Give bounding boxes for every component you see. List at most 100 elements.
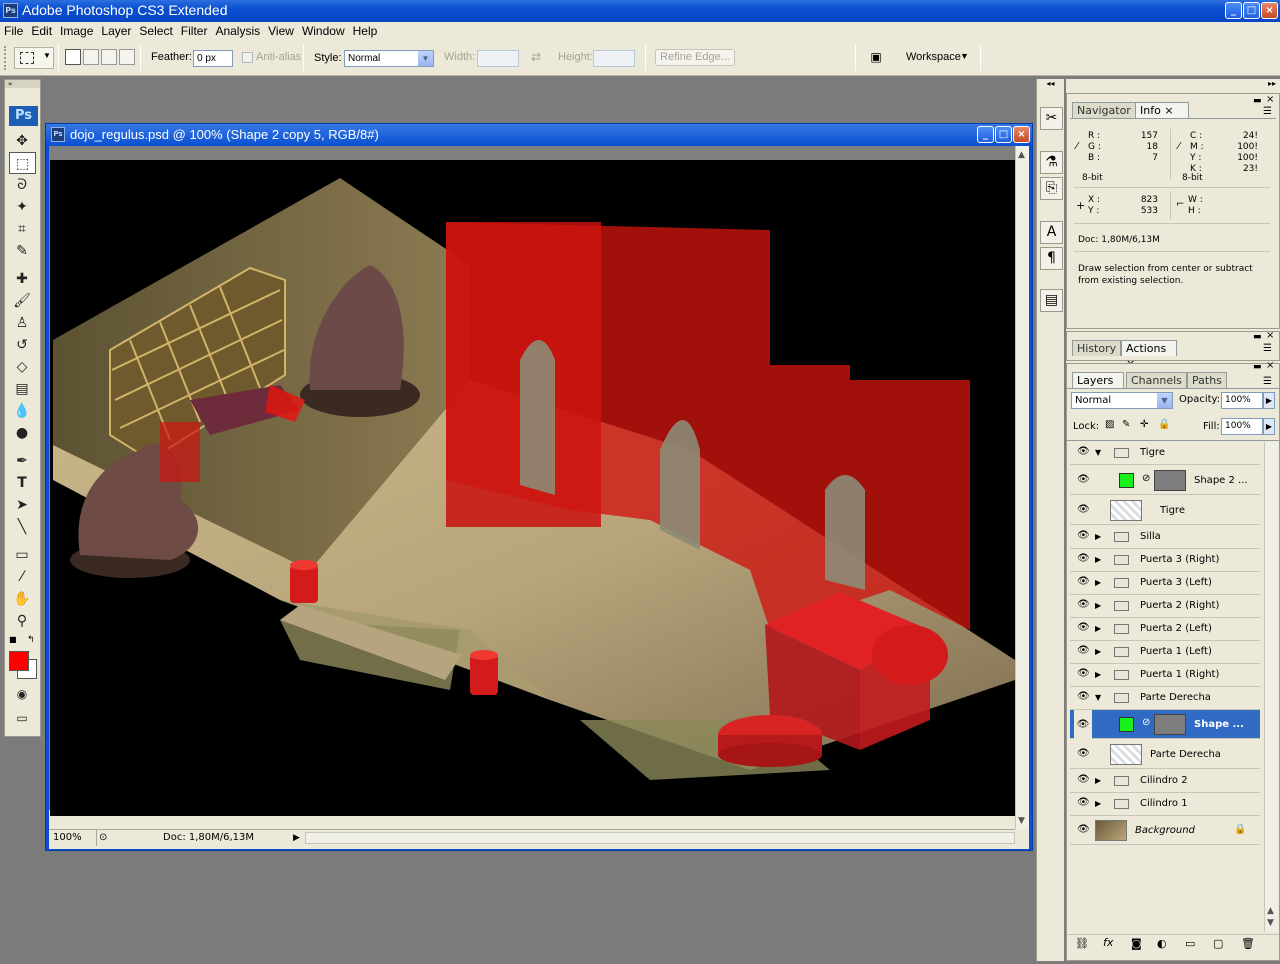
pen-tool-icon[interactable]: ✒	[5, 450, 39, 472]
opacity-arrow-icon[interactable]: ▶	[1263, 392, 1275, 409]
layer-comps-panel-icon[interactable]: ▤	[1040, 289, 1063, 312]
status-menu-arrow-icon[interactable]: ▶	[293, 830, 300, 846]
style-select[interactable]: Normal ▼	[344, 50, 434, 67]
close-icon[interactable]: ×	[1266, 94, 1274, 105]
collapse-arrows-icon[interactable]: ◂◂	[1037, 79, 1064, 89]
menu-help[interactable]: Help	[349, 22, 382, 40]
gradient-tool-icon[interactable]: ▤	[5, 378, 39, 400]
menu-window[interactable]: Window	[298, 22, 349, 40]
doc-minimize-button[interactable]: _	[977, 126, 994, 143]
path-selection-icon[interactable]: ➤	[5, 494, 39, 516]
eye-icon[interactable]: 👁	[1077, 749, 1090, 759]
clone-source-panel-icon[interactable]: ⎘	[1040, 177, 1063, 200]
chevron-down-icon[interactable]: ▼	[960, 51, 969, 61]
antialias-checkbox[interactable]	[242, 52, 253, 63]
eye-icon[interactable]: 👁	[1077, 531, 1090, 541]
eye-icon[interactable]: 👁	[1077, 692, 1090, 702]
expand-arrow-icon[interactable]: ▼	[1095, 448, 1101, 457]
bridge-icon[interactable]: ▣	[864, 50, 888, 68]
expand-arrow-icon[interactable]: ▶	[1095, 601, 1101, 610]
line-tool-icon[interactable]: ╲	[5, 516, 39, 538]
blend-mode-select[interactable]: Normal ▼	[1071, 392, 1173, 409]
brushes-panel-icon[interactable]: ⚗	[1040, 151, 1063, 174]
layer-style-icon[interactable]: fx	[1103, 936, 1113, 949]
panel-menu-icon[interactable]: ☰	[1263, 343, 1272, 354]
tool-preset-picker[interactable]: ▼	[14, 47, 54, 69]
eye-icon[interactable]: 👁	[1077, 798, 1090, 808]
hand-tool-icon[interactable]: ✋	[5, 588, 39, 610]
tab-paths[interactable]: Paths	[1187, 372, 1227, 388]
opacity-input[interactable]: 100%	[1221, 392, 1263, 409]
clone-stamp-icon[interactable]: ♙	[5, 312, 39, 334]
panel-menu-icon[interactable]: ☰	[1263, 106, 1272, 117]
menu-edit[interactable]: Edit	[27, 22, 56, 40]
eraser-tool-icon[interactable]: ◇	[5, 356, 39, 378]
character-panel-icon[interactable]: A	[1040, 221, 1063, 244]
document-title-bar[interactable]: Ps dojo_regulus.psd @ 100% (Shape 2 copy…	[46, 124, 1032, 146]
expand-arrow-icon[interactable]: ▶	[1095, 799, 1101, 808]
close-button[interactable]: ×	[1261, 2, 1278, 19]
blur-tool-icon[interactable]: 💧	[5, 400, 39, 422]
brush-tool-icon[interactable]: 🖌	[5, 290, 39, 312]
layer-row-cilindro-2[interactable]: 👁 ▶ Cilindro 2	[1070, 770, 1260, 793]
eye-icon[interactable]: 👁	[1077, 505, 1090, 515]
expand-arrow-icon[interactable]: ▶	[1095, 647, 1101, 656]
expand-arrow-icon[interactable]: ▶	[1095, 624, 1101, 633]
eye-icon[interactable]: 👁	[1077, 600, 1090, 610]
collapse-arrows-icon[interactable]: ▸▸	[1066, 79, 1280, 89]
panel-menu-icon[interactable]: ☰	[1263, 376, 1272, 387]
panel-minimize-icon[interactable]: ▬	[1253, 96, 1262, 106]
new-selection-icon[interactable]	[65, 49, 81, 65]
eye-icon[interactable]: 👁	[1077, 577, 1090, 587]
quick-mask-icon[interactable]: ◉	[5, 683, 39, 705]
layer-row-puerta-3-right[interactable]: 👁 ▶ Puerta 3 (Right)	[1070, 549, 1260, 572]
eye-icon[interactable]: 👁	[1077, 825, 1090, 835]
grip-handle[interactable]	[4, 46, 8, 70]
scroll-down-arrow-icon[interactable]: ▼	[1267, 918, 1274, 928]
eyedropper-tool-icon[interactable]: ⁄	[5, 566, 39, 588]
doc-maximize-button[interactable]: □	[995, 126, 1012, 143]
expand-arrow-icon[interactable]: ▶	[1095, 776, 1101, 785]
crop-tool-icon[interactable]: ⌗	[5, 218, 39, 240]
eye-icon[interactable]: 👁	[1077, 646, 1090, 656]
tab-actions[interactable]: Actions ×	[1121, 340, 1177, 370]
layer-row-puerta-3-left[interactable]: 👁 ▶ Puerta 3 (Left)	[1070, 572, 1260, 595]
zoom-level[interactable]: 100%	[53, 830, 97, 846]
app-title-bar[interactable]: Ps Adobe Photoshop CS3 Extended _ □ ×	[0, 0, 1280, 22]
layer-row-shape-2[interactable]: 👁 ⊘ Shape 2 ...	[1070, 466, 1260, 495]
marquee-tool-icon[interactable]: ⬚	[9, 152, 36, 174]
notes-tool-icon[interactable]: ▭	[5, 544, 39, 566]
menu-select[interactable]: Select	[135, 22, 176, 40]
slice-tool-icon[interactable]: ✎	[5, 240, 39, 262]
expand-arrow-icon[interactable]: ▶	[1095, 578, 1101, 587]
tools-panel-icon[interactable]: ✂	[1040, 107, 1063, 130]
close-icon[interactable]: ×	[1266, 330, 1274, 341]
tab-info[interactable]: Info ×	[1135, 102, 1189, 118]
chevron-down-icon[interactable]: ▼	[418, 51, 433, 66]
dodge-tool-icon[interactable]: ●	[5, 422, 39, 444]
eye-icon[interactable]: 👁	[1077, 447, 1090, 457]
new-group-icon[interactable]: ▭	[1185, 937, 1195, 950]
tab-navigator[interactable]: Navigator	[1072, 102, 1136, 118]
refine-edge-button[interactable]: Refine Edge...	[655, 49, 735, 66]
eye-icon[interactable]: 👁	[1077, 475, 1090, 485]
fill-input[interactable]: 100%	[1221, 418, 1263, 435]
layer-row-tigre[interactable]: 👁 Tigre	[1070, 496, 1260, 525]
link-layers-icon[interactable]: ⛓	[1075, 937, 1089, 950]
close-icon[interactable]: ×	[1164, 104, 1173, 117]
vertical-scrollbar[interactable]: ▲ ▼	[1015, 146, 1029, 829]
swap-colors-icon[interactable]: ↰	[27, 635, 35, 645]
minimize-button[interactable]: _	[1225, 2, 1242, 19]
layers-scrollbar[interactable]: ▲ ▼	[1264, 442, 1278, 932]
zoom-tool-icon[interactable]: ⚲	[5, 610, 39, 632]
intersect-selection-icon[interactable]	[119, 49, 135, 65]
menu-file[interactable]: File	[0, 22, 27, 40]
tab-history[interactable]: History	[1072, 340, 1122, 356]
close-icon[interactable]: ×	[1266, 360, 1274, 371]
lock-transparency-icon[interactable]: ▨	[1105, 419, 1114, 430]
height-input[interactable]	[593, 50, 635, 67]
add-selection-icon[interactable]	[83, 49, 99, 65]
maximize-button[interactable]: □	[1243, 2, 1260, 19]
layer-row-puerta-2-right[interactable]: 👁 ▶ Puerta 2 (Right)	[1070, 595, 1260, 618]
history-brush-icon[interactable]: ↺	[5, 334, 39, 356]
